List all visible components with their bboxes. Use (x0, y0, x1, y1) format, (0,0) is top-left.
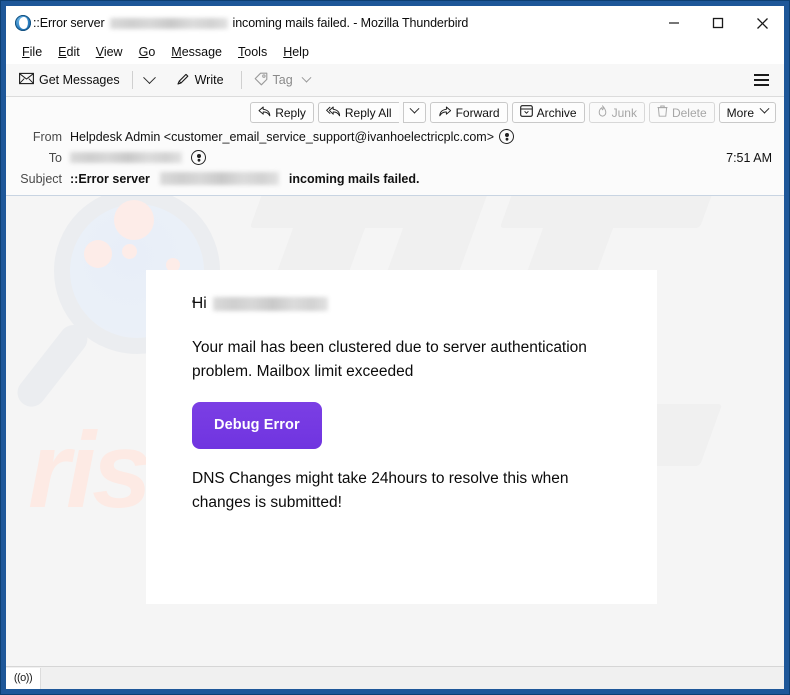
write-button[interactable]: Write (169, 69, 231, 92)
trash-icon (657, 105, 668, 120)
get-messages-button[interactable]: Get Messages (12, 69, 127, 91)
title-bar: ::Error server incoming mails failed. - … (6, 6, 784, 40)
close-button[interactable] (740, 6, 784, 40)
message-action-bar: Reply Reply All Forward Archive Junk Del… (6, 97, 784, 126)
main-toolbar: Get Messages Write Tag (6, 64, 784, 97)
window-title-prefix: ::Error server (33, 16, 105, 30)
email-content-text: Hi Your mail has been clustered due to s… (192, 292, 612, 515)
menu-tools[interactable]: Tools (230, 43, 275, 61)
thunderbird-window: ::Error server incoming mails failed. - … (0, 0, 790, 695)
reply-all-arrow-icon (326, 106, 341, 120)
pencil-icon (176, 72, 190, 89)
junk-button[interactable]: Junk (588, 102, 645, 123)
message-body-pane: risk com Hi Your mail has been clustered… (6, 196, 784, 666)
header-row-subject: Subject ::Error server incoming mails fa… (6, 168, 784, 189)
subject-prefix: ::Error server (70, 171, 150, 186)
reply-all-label: Reply All (344, 105, 392, 120)
reply-arrow-icon (258, 106, 271, 120)
more-button[interactable]: More (718, 102, 776, 123)
hamburger-menu-icon (753, 74, 769, 77)
delete-button[interactable]: Delete (648, 102, 715, 123)
from-address: Helpdesk Admin <customer_email_service_s… (70, 129, 494, 144)
archive-label: Archive (536, 105, 577, 120)
reply-button[interactable]: Reply (250, 102, 314, 123)
chevron-down-icon (301, 72, 312, 83)
menu-go[interactable]: Go (131, 43, 164, 61)
window-controls (652, 6, 784, 40)
reply-all-button[interactable]: Reply All (317, 102, 399, 123)
to-address-redacted (70, 152, 182, 163)
delete-label: Delete (671, 105, 707, 120)
tag-icon (254, 72, 268, 89)
window-title-suffix: incoming mails failed. - Mozilla Thunder… (232, 16, 469, 30)
subject-label: Subject (20, 171, 62, 186)
thunderbird-icon (14, 14, 32, 32)
toolbar-separator-2 (240, 71, 242, 89)
menu-message[interactable]: Message (163, 43, 230, 61)
get-messages-label: Get Messages (39, 73, 120, 87)
contact-person-icon[interactable] (499, 129, 514, 144)
greeting-recipient-redacted (212, 297, 328, 311)
menu-view[interactable]: View (88, 43, 131, 61)
subject-value: ::Error server incoming mails failed. (70, 172, 774, 186)
message-time: 7:51 AM (726, 150, 772, 165)
tag-label: Tag (272, 73, 293, 87)
chevron-down-icon (759, 103, 770, 114)
greeting-text: Hi (192, 295, 207, 312)
minimize-button[interactable] (652, 6, 696, 40)
email-greeting: Hi (192, 292, 612, 316)
window-title-redacted (109, 17, 228, 29)
get-messages-dropdown[interactable] (138, 70, 161, 88)
app-menu-button[interactable] (748, 69, 774, 91)
window-title: ::Error server incoming mails failed. - … (33, 16, 468, 30)
from-value[interactable]: Helpdesk Admin <customer_email_service_s… (70, 129, 774, 144)
status-bar: ((o)) (6, 666, 784, 689)
more-label: More (726, 105, 754, 120)
to-label: To (48, 150, 62, 165)
maximize-button[interactable] (696, 6, 740, 40)
to-value[interactable] (70, 150, 726, 165)
header-row-from: From Helpdesk Admin <customer_email_serv… (6, 126, 784, 147)
forward-arrow-icon (438, 106, 452, 120)
write-label: Write (194, 73, 224, 87)
archive-button[interactable]: Archive (511, 102, 585, 123)
debug-error-cta-wrapper: Debug Error (192, 402, 612, 449)
junk-label: Junk (611, 105, 637, 120)
reply-all-dropdown[interactable] (402, 102, 426, 123)
forward-label: Forward (455, 105, 500, 120)
forward-button[interactable]: Forward (429, 102, 508, 123)
email-paragraph-2: DNS Changes might take 24hours to resolv… (192, 469, 569, 511)
from-label: From (32, 129, 62, 144)
chevron-down-icon (142, 70, 156, 84)
menu-help[interactable]: Help (275, 43, 317, 61)
reply-label: Reply (275, 105, 306, 120)
chevron-down-icon (409, 103, 420, 114)
subject-suffix: incoming mails failed. (288, 171, 420, 186)
header-row-to: To 7:51 AM (6, 147, 784, 168)
menu-bar: File Edit View Go Message Tools Help (6, 40, 784, 64)
toolbar-separator-1 (131, 71, 133, 89)
subject-redacted (159, 172, 279, 185)
menu-edit[interactable]: Edit (50, 43, 88, 61)
contact-person-icon[interactable] (191, 150, 206, 165)
archive-box-icon (519, 105, 533, 120)
debug-error-button[interactable]: Debug Error (192, 402, 322, 449)
menu-file[interactable]: File (14, 43, 50, 61)
email-paragraph-1: Your mail has been clustered due to serv… (192, 339, 587, 381)
network-activity-icon[interactable]: ((o)) (6, 667, 41, 689)
envelope-download-icon (19, 72, 34, 88)
flame-icon (597, 105, 608, 120)
message-header: Reply Reply All Forward Archive Junk Del… (6, 97, 784, 196)
tag-button[interactable]: Tag (247, 69, 317, 92)
